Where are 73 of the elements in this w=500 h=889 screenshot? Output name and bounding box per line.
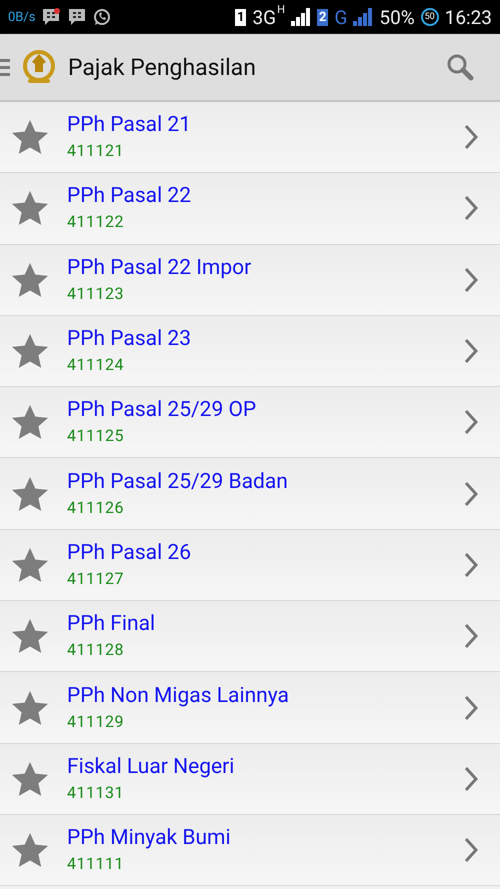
star-icon[interactable] xyxy=(11,760,49,797)
sim-badge: 1 xyxy=(235,8,246,26)
item-code: 411128 xyxy=(67,639,125,662)
item-code: 411125 xyxy=(67,425,125,448)
list-item[interactable]: PPh Pasal 25/29 Badan 411126 xyxy=(0,458,500,530)
list-item[interactable]: PPh Pasal 26 411127 xyxy=(0,530,500,602)
item-code: 411111 xyxy=(67,853,125,876)
item-title: PPh Pasal 22 Impor xyxy=(67,254,252,281)
item-title: PPh Final xyxy=(67,611,156,638)
star-icon[interactable] xyxy=(11,404,49,440)
app-title: Pajak Penghasilan xyxy=(68,54,257,80)
battery-icon: 50 xyxy=(420,8,439,26)
sim-badge: 2 xyxy=(316,8,328,26)
item-code: 411121 xyxy=(67,140,125,162)
item-title: PPh Pasal 21 xyxy=(67,112,192,138)
item-code: 411129 xyxy=(67,710,125,733)
chevron-icon xyxy=(464,195,478,222)
star-icon[interactable] xyxy=(11,832,49,868)
item-code: 411126 xyxy=(67,496,125,519)
star-icon[interactable] xyxy=(11,476,49,512)
network-label: H xyxy=(277,3,285,16)
data-speed: 0B/s xyxy=(8,10,36,24)
network-label: 3G xyxy=(252,6,276,28)
chevron-icon xyxy=(464,694,478,721)
signal-icon xyxy=(353,8,374,26)
chevron-icon xyxy=(464,837,478,864)
item-title: PPh Pasal 23 xyxy=(67,326,192,352)
star-icon[interactable] xyxy=(11,690,49,726)
list-item[interactable]: PPh Pasal 23 411124 xyxy=(0,316,500,388)
star-icon[interactable] xyxy=(11,333,49,370)
star-icon[interactable] xyxy=(11,262,49,298)
item-code: 411123 xyxy=(67,282,125,305)
chat-bubble-icon xyxy=(67,8,88,26)
battery-percent: 50% xyxy=(379,6,415,28)
chevron-icon xyxy=(464,480,478,507)
item-code: 411127 xyxy=(67,568,125,590)
item-title: PPh Non Migas Lainnya xyxy=(67,682,290,709)
chevron-icon xyxy=(464,623,478,650)
signal-icon xyxy=(290,8,311,26)
chevron-icon xyxy=(464,409,478,436)
list-item[interactable]: PPh Pasal 25/29 OP 411125 xyxy=(0,387,500,458)
star-icon[interactable] xyxy=(11,546,49,583)
item-title: Fiskal Luar Negeri xyxy=(67,754,236,780)
item-title: PPh Pasal 25/29 Badan xyxy=(67,468,289,495)
menu-icon[interactable] xyxy=(0,57,10,77)
list-item[interactable]: PPh Minyak Bumi 411111 xyxy=(0,814,500,886)
clock: 16:23 xyxy=(444,6,492,28)
item-code: 411131 xyxy=(67,782,125,804)
item-code: 411124 xyxy=(67,354,125,376)
search-icon[interactable] xyxy=(446,53,474,81)
list-item[interactable]: PPh Pasal 22 411122 xyxy=(0,173,500,245)
network-label: G xyxy=(334,6,348,28)
phone-bubble-icon xyxy=(93,8,112,26)
list-item[interactable]: Fiskal Luar Negeri 411131 xyxy=(0,744,500,815)
item-title: PPh Pasal 25/29 OP xyxy=(67,397,258,424)
chevron-icon xyxy=(464,766,478,792)
star-icon[interactable] xyxy=(11,618,49,654)
list-item[interactable]: PPh Pasal 22 Impor 411123 xyxy=(0,244,500,316)
item-title: PPh Pasal 22 xyxy=(67,183,192,210)
chevron-icon xyxy=(464,124,478,150)
list-item[interactable]: PPh Final 411128 xyxy=(0,601,500,672)
item-code: 411122 xyxy=(67,211,125,234)
chevron-icon xyxy=(464,552,478,578)
list-item[interactable]: PPh Non Migas Lainnya 411129 xyxy=(0,672,500,744)
emblem-icon[interactable] xyxy=(22,48,56,86)
chat-bubble-icon xyxy=(41,8,62,26)
star-icon[interactable] xyxy=(11,119,49,156)
item-title: PPh Minyak Bumi xyxy=(67,825,232,852)
item-title: PPh Pasal 26 xyxy=(67,540,192,566)
chevron-icon xyxy=(464,338,478,364)
star-icon[interactable] xyxy=(11,190,49,226)
list-item[interactable]: PPh Pasal 21 411121 xyxy=(0,102,500,174)
chevron-icon xyxy=(464,266,478,293)
